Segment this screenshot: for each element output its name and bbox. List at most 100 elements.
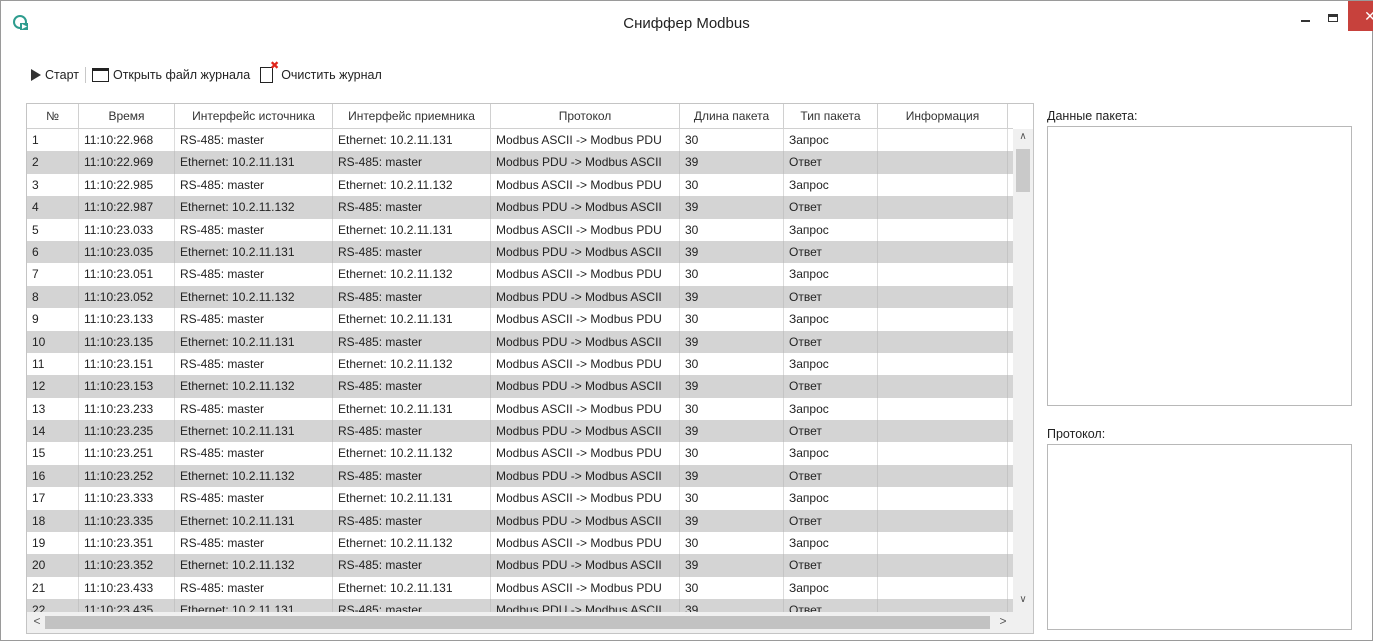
table-row[interactable]: 7 11:10:23.051 RS-485: master Ethernet: 10.… bbox=[27, 263, 1013, 286]
cell-protocol: Modbus PDU -> Modbus ASCII bbox=[491, 240, 680, 264]
cell-length: 39 bbox=[680, 196, 784, 219]
start-button[interactable]: Старт bbox=[31, 68, 79, 82]
column-header-number[interactable]: № bbox=[27, 104, 79, 128]
cell-destination: Ethernet: 10.2.11.131 bbox=[333, 576, 491, 600]
table-row[interactable]: 14 11:10:23.235 Ethernet: 10.2.11.131 RS-48… bbox=[27, 420, 1013, 443]
cell-number: 1 bbox=[27, 129, 79, 152]
table-row[interactable]: 4 11:10:22.987 Ethernet: 10.2.11.132 RS-485… bbox=[27, 196, 1013, 219]
cell-time: 11:10:22.985 bbox=[79, 173, 175, 197]
cell-source: RS-485: master bbox=[175, 308, 333, 331]
horizontal-scrollbar[interactable]: < > bbox=[27, 612, 1013, 633]
cell-number: 8 bbox=[27, 285, 79, 309]
cell-length: 30 bbox=[680, 397, 784, 421]
vertical-scroll-thumb[interactable] bbox=[1016, 149, 1030, 192]
vertical-scrollbar[interactable]: ∧ ∨ bbox=[1013, 129, 1033, 612]
cell-info bbox=[878, 129, 1008, 152]
table-row[interactable]: 8 11:10:23.052 Ethernet: 10.2.11.132 RS-485… bbox=[27, 285, 1013, 309]
packet-log-table[interactable]: № Время Интерфейс источника Интерфейс пр… bbox=[26, 103, 1034, 634]
horizontal-scroll-thumb[interactable] bbox=[45, 616, 990, 629]
open-log-button[interactable]: Открыть файл журнала bbox=[91, 68, 250, 82]
cell-length: 39 bbox=[680, 509, 784, 533]
cell-length: 30 bbox=[680, 442, 784, 465]
cell-time: 11:10:23.153 bbox=[79, 375, 175, 398]
cell-number: 22 bbox=[27, 599, 79, 612]
cell-length: 39 bbox=[680, 420, 784, 443]
cell-protocol: Modbus ASCII -> Modbus PDU bbox=[491, 487, 680, 510]
scroll-right-icon[interactable]: > bbox=[995, 614, 1011, 631]
column-header-type[interactable]: Тип пакета bbox=[784, 104, 878, 128]
table-row[interactable]: 10 11:10:23.135 Ethernet: 10.2.11.131 RS-48… bbox=[27, 330, 1013, 353]
column-header-length[interactable]: Длина пакета bbox=[680, 104, 784, 128]
cell-time: 11:10:23.352 bbox=[79, 554, 175, 577]
table-row[interactable]: 11 11:10:23.151 RS-485: master Ethernet: 10… bbox=[27, 352, 1013, 376]
scroll-up-icon[interactable]: ∧ bbox=[1013, 131, 1033, 149]
clear-log-button[interactable]: Очистить журнал bbox=[260, 59, 382, 83]
table-row[interactable]: 21 11:10:23.433 RS-485: master Ethernet: 10… bbox=[27, 576, 1013, 600]
cell-info bbox=[878, 308, 1008, 331]
table-row[interactable]: 3 11:10:22.985 RS-485: master Ethernet: 10.… bbox=[27, 173, 1013, 197]
cell-info bbox=[878, 554, 1008, 577]
cell-length: 30 bbox=[680, 532, 784, 555]
scroll-down-icon[interactable]: ∨ bbox=[1013, 594, 1033, 612]
table-row[interactable]: 5 11:10:23.033 RS-485: master Ethernet: 10.… bbox=[27, 218, 1013, 241]
cell-number: 6 bbox=[27, 240, 79, 264]
cell-number: 14 bbox=[27, 420, 79, 443]
column-header-destination[interactable]: Интерфейс приемника bbox=[333, 104, 491, 128]
table-row[interactable]: 15 11:10:23.251 RS-485: master Ethernet: 10… bbox=[27, 442, 1013, 465]
cell-time: 11:10:23.052 bbox=[79, 285, 175, 309]
minimize-button[interactable] bbox=[1290, 5, 1320, 31]
cell-type: Ответ bbox=[784, 599, 878, 612]
cell-source: Ethernet: 10.2.11.131 bbox=[175, 599, 333, 612]
cell-number: 16 bbox=[27, 464, 79, 488]
column-header-info[interactable]: Информация bbox=[878, 104, 1008, 128]
column-header-source[interactable]: Интерфейс источника bbox=[175, 104, 333, 128]
cell-destination: RS-485: master bbox=[333, 285, 491, 309]
table-row[interactable]: 16 11:10:23.252 Ethernet: 10.2.11.132 RS-48… bbox=[27, 464, 1013, 488]
cell-number: 2 bbox=[27, 151, 79, 174]
table-row[interactable]: 20 11:10:23.352 Ethernet: 10.2.11.132 RS-48… bbox=[27, 554, 1013, 577]
protocol-textbox[interactable] bbox=[1047, 444, 1352, 630]
cell-type: Запрос bbox=[784, 487, 878, 510]
maximize-button[interactable] bbox=[1318, 5, 1348, 31]
cell-source: RS-485: master bbox=[175, 352, 333, 376]
table-row[interactable]: 12 11:10:23.153 Ethernet: 10.2.11.132 RS-48… bbox=[27, 375, 1013, 398]
table-row[interactable]: 1 11:10:22.968 RS-485: master Ethernet: 10.… bbox=[27, 129, 1013, 152]
table-row[interactable]: 6 11:10:23.035 Ethernet: 10.2.11.131 RS-485… bbox=[27, 240, 1013, 264]
cell-protocol: Modbus ASCII -> Modbus PDU bbox=[491, 218, 680, 241]
cell-number: 5 bbox=[27, 218, 79, 241]
cell-destination: Ethernet: 10.2.11.131 bbox=[333, 129, 491, 152]
cell-info bbox=[878, 263, 1008, 286]
cell-source: Ethernet: 10.2.11.131 bbox=[175, 509, 333, 533]
cell-destination: RS-485: master bbox=[333, 196, 491, 219]
column-header-protocol[interactable]: Протокол bbox=[491, 104, 680, 128]
table-row[interactable]: 22 11:10:23.435 Ethernet: 10.2.11.131 RS-48… bbox=[27, 599, 1013, 612]
cell-source: RS-485: master bbox=[175, 173, 333, 197]
table-row[interactable]: 17 11:10:23.333 RS-485: master Ethernet: 10… bbox=[27, 487, 1013, 510]
close-icon: ✕ bbox=[1364, 7, 1373, 24]
cell-type: Запрос bbox=[784, 308, 878, 331]
cell-time: 11:10:22.968 bbox=[79, 129, 175, 152]
table-row[interactable]: 9 11:10:23.133 RS-485: master Ethernet: 10.… bbox=[27, 308, 1013, 331]
column-header-time[interactable]: Время bbox=[79, 104, 175, 128]
cell-destination: RS-485: master bbox=[333, 330, 491, 353]
table-row[interactable]: 13 11:10:23.233 RS-485: master Ethernet: 10… bbox=[27, 397, 1013, 421]
table-row[interactable]: 2 11:10:22.969 Ethernet: 10.2.11.131 RS-485… bbox=[27, 151, 1013, 174]
cell-type: Запрос bbox=[784, 173, 878, 197]
cell-length: 30 bbox=[680, 487, 784, 510]
scroll-left-icon[interactable]: < bbox=[29, 614, 45, 631]
table-row[interactable]: 19 11:10:23.351 RS-485: master Ethernet: 10… bbox=[27, 532, 1013, 555]
cell-protocol: Modbus PDU -> Modbus ASCII bbox=[491, 330, 680, 353]
cell-protocol: Modbus PDU -> Modbus ASCII bbox=[491, 196, 680, 219]
cell-length: 30 bbox=[680, 173, 784, 197]
table-row[interactable]: 18 11:10:23.335 Ethernet: 10.2.11.131 RS-48… bbox=[27, 509, 1013, 533]
cell-type: Ответ bbox=[784, 330, 878, 353]
title-bar: Сниффер Modbus ✕ bbox=[1, 1, 1373, 45]
cell-destination: RS-485: master bbox=[333, 464, 491, 488]
cell-length: 30 bbox=[680, 308, 784, 331]
cell-source: RS-485: master bbox=[175, 129, 333, 152]
packet-data-textbox[interactable] bbox=[1047, 126, 1352, 406]
cell-info bbox=[878, 285, 1008, 309]
cell-protocol: Modbus PDU -> Modbus ASCII bbox=[491, 509, 680, 533]
cell-length: 30 bbox=[680, 352, 784, 376]
close-button[interactable]: ✕ bbox=[1348, 1, 1373, 31]
